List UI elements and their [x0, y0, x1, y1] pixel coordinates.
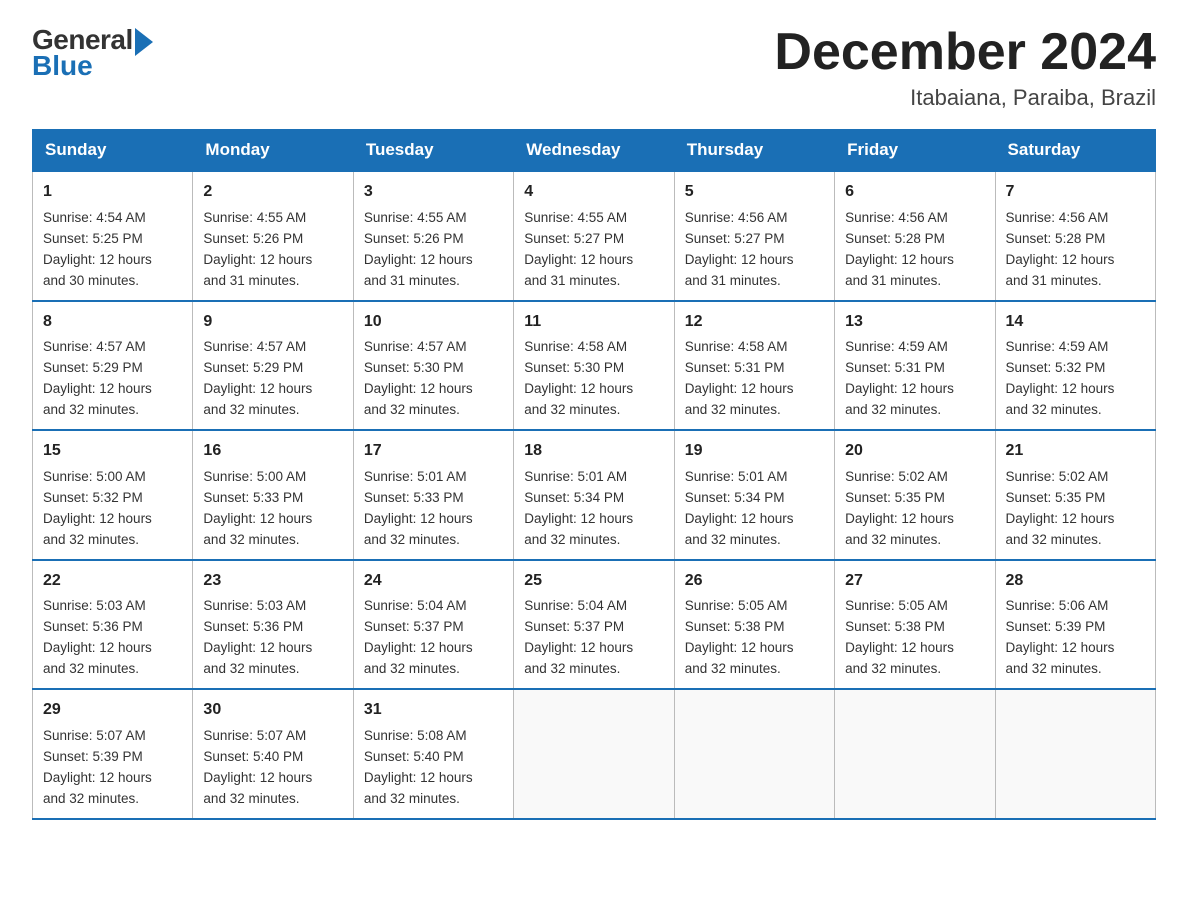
day-number: 12 — [685, 310, 824, 335]
page-header: General Blue December 2024 Itabaiana, Pa… — [32, 24, 1156, 111]
calendar-cell: 25Sunrise: 5:04 AMSunset: 5:37 PMDayligh… — [514, 560, 674, 689]
day-number: 8 — [43, 310, 182, 335]
day-header-friday: Friday — [835, 130, 995, 172]
calendar-cell: 15Sunrise: 5:00 AMSunset: 5:32 PMDayligh… — [33, 430, 193, 559]
day-number: 11 — [524, 310, 663, 335]
day-number: 7 — [1006, 180, 1145, 205]
calendar-cell: 9Sunrise: 4:57 AMSunset: 5:29 PMDaylight… — [193, 301, 353, 430]
calendar-cell — [995, 689, 1155, 818]
day-number: 25 — [524, 569, 663, 594]
logo-blue-text: Blue — [32, 50, 93, 82]
day-header-wednesday: Wednesday — [514, 130, 674, 172]
calendar-cell: 16Sunrise: 5:00 AMSunset: 5:33 PMDayligh… — [193, 430, 353, 559]
month-title: December 2024 — [774, 24, 1156, 81]
calendar-cell: 14Sunrise: 4:59 AMSunset: 5:32 PMDayligh… — [995, 301, 1155, 430]
calendar-cell: 18Sunrise: 5:01 AMSunset: 5:34 PMDayligh… — [514, 430, 674, 559]
calendar-cell: 1Sunrise: 4:54 AMSunset: 5:25 PMDaylight… — [33, 171, 193, 300]
calendar-cell: 13Sunrise: 4:59 AMSunset: 5:31 PMDayligh… — [835, 301, 995, 430]
calendar-cell: 11Sunrise: 4:58 AMSunset: 5:30 PMDayligh… — [514, 301, 674, 430]
day-header-thursday: Thursday — [674, 130, 834, 172]
calendar-cell: 4Sunrise: 4:55 AMSunset: 5:27 PMDaylight… — [514, 171, 674, 300]
day-number: 26 — [685, 569, 824, 594]
calendar-cell: 6Sunrise: 4:56 AMSunset: 5:28 PMDaylight… — [835, 171, 995, 300]
calendar-cell: 20Sunrise: 5:02 AMSunset: 5:35 PMDayligh… — [835, 430, 995, 559]
calendar-cell: 3Sunrise: 4:55 AMSunset: 5:26 PMDaylight… — [353, 171, 513, 300]
day-number: 3 — [364, 180, 503, 205]
day-number: 4 — [524, 180, 663, 205]
calendar-cell: 28Sunrise: 5:06 AMSunset: 5:39 PMDayligh… — [995, 560, 1155, 689]
day-number: 2 — [203, 180, 342, 205]
calendar-cell: 21Sunrise: 5:02 AMSunset: 5:35 PMDayligh… — [995, 430, 1155, 559]
day-number: 30 — [203, 698, 342, 723]
calendar-cell: 31Sunrise: 5:08 AMSunset: 5:40 PMDayligh… — [353, 689, 513, 818]
day-number: 31 — [364, 698, 503, 723]
calendar-cell: 12Sunrise: 4:58 AMSunset: 5:31 PMDayligh… — [674, 301, 834, 430]
calendar-week-row: 29Sunrise: 5:07 AMSunset: 5:39 PMDayligh… — [33, 689, 1156, 818]
day-header-saturday: Saturday — [995, 130, 1155, 172]
calendar-cell: 19Sunrise: 5:01 AMSunset: 5:34 PMDayligh… — [674, 430, 834, 559]
day-number: 6 — [845, 180, 984, 205]
day-number: 28 — [1006, 569, 1145, 594]
calendar-cell — [835, 689, 995, 818]
day-number: 1 — [43, 180, 182, 205]
day-number: 5 — [685, 180, 824, 205]
day-number: 13 — [845, 310, 984, 335]
calendar-week-row: 22Sunrise: 5:03 AMSunset: 5:36 PMDayligh… — [33, 560, 1156, 689]
calendar-table: SundayMondayTuesdayWednesdayThursdayFrid… — [32, 129, 1156, 819]
calendar-cell: 26Sunrise: 5:05 AMSunset: 5:38 PMDayligh… — [674, 560, 834, 689]
day-header-sunday: Sunday — [33, 130, 193, 172]
day-number: 14 — [1006, 310, 1145, 335]
calendar-cell: 23Sunrise: 5:03 AMSunset: 5:36 PMDayligh… — [193, 560, 353, 689]
day-header-monday: Monday — [193, 130, 353, 172]
day-number: 21 — [1006, 439, 1145, 464]
title-block: December 2024 Itabaiana, Paraiba, Brazil — [774, 24, 1156, 111]
day-number: 29 — [43, 698, 182, 723]
calendar-header-row: SundayMondayTuesdayWednesdayThursdayFrid… — [33, 130, 1156, 172]
day-number: 18 — [524, 439, 663, 464]
calendar-cell: 5Sunrise: 4:56 AMSunset: 5:27 PMDaylight… — [674, 171, 834, 300]
calendar-cell: 7Sunrise: 4:56 AMSunset: 5:28 PMDaylight… — [995, 171, 1155, 300]
day-number: 17 — [364, 439, 503, 464]
day-number: 16 — [203, 439, 342, 464]
calendar-cell: 8Sunrise: 4:57 AMSunset: 5:29 PMDaylight… — [33, 301, 193, 430]
day-number: 22 — [43, 569, 182, 594]
calendar-week-row: 8Sunrise: 4:57 AMSunset: 5:29 PMDaylight… — [33, 301, 1156, 430]
day-number: 20 — [845, 439, 984, 464]
calendar-cell: 10Sunrise: 4:57 AMSunset: 5:30 PMDayligh… — [353, 301, 513, 430]
day-number: 23 — [203, 569, 342, 594]
day-number: 27 — [845, 569, 984, 594]
calendar-cell: 24Sunrise: 5:04 AMSunset: 5:37 PMDayligh… — [353, 560, 513, 689]
day-number: 10 — [364, 310, 503, 335]
calendar-cell — [674, 689, 834, 818]
calendar-cell: 2Sunrise: 4:55 AMSunset: 5:26 PMDaylight… — [193, 171, 353, 300]
calendar-cell: 27Sunrise: 5:05 AMSunset: 5:38 PMDayligh… — [835, 560, 995, 689]
logo-arrow-icon — [135, 28, 153, 56]
logo: General Blue — [32, 24, 153, 82]
calendar-cell: 30Sunrise: 5:07 AMSunset: 5:40 PMDayligh… — [193, 689, 353, 818]
day-number: 24 — [364, 569, 503, 594]
day-number: 15 — [43, 439, 182, 464]
location-text: Itabaiana, Paraiba, Brazil — [774, 85, 1156, 111]
calendar-cell — [514, 689, 674, 818]
calendar-cell: 29Sunrise: 5:07 AMSunset: 5:39 PMDayligh… — [33, 689, 193, 818]
calendar-cell: 22Sunrise: 5:03 AMSunset: 5:36 PMDayligh… — [33, 560, 193, 689]
calendar-week-row: 1Sunrise: 4:54 AMSunset: 5:25 PMDaylight… — [33, 171, 1156, 300]
calendar-cell: 17Sunrise: 5:01 AMSunset: 5:33 PMDayligh… — [353, 430, 513, 559]
day-header-tuesday: Tuesday — [353, 130, 513, 172]
calendar-week-row: 15Sunrise: 5:00 AMSunset: 5:32 PMDayligh… — [33, 430, 1156, 559]
day-number: 9 — [203, 310, 342, 335]
day-number: 19 — [685, 439, 824, 464]
